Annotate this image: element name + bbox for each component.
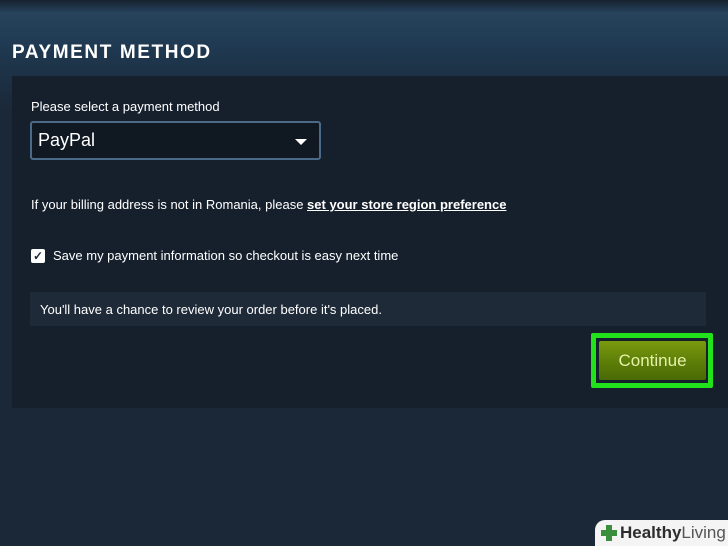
review-notice-text: You'll have a chance to review your orde… — [40, 301, 382, 317]
store-region-link[interactable]: set your store region preference — [307, 197, 506, 212]
billing-note: If your billing address is not in Romani… — [31, 197, 506, 212]
billing-note-text: If your billing address is not in Romani… — [31, 197, 308, 212]
watermark-brand-bold: Healthy — [620, 523, 682, 542]
review-notice: You'll have a chance to review your orde… — [30, 292, 706, 326]
watermark-logo: HealthyLiving — [595, 520, 728, 546]
top-edge — [0, 0, 728, 12]
save-payment-checkbox[interactable]: ✓ — [31, 248, 45, 263]
payment-method-select[interactable]: PayPal — [30, 121, 321, 160]
payment-select-label: Please select a payment method — [31, 99, 220, 114]
checkmark-icon: ✓ — [32, 248, 44, 263]
save-payment-row: ✓ Save my payment information so checkou… — [31, 248, 398, 263]
payment-method-value: PayPal — [38, 130, 96, 150]
chevron-down-icon — [295, 139, 307, 145]
cross-icon — [601, 525, 617, 541]
continue-button[interactable]: Continue — [599, 341, 706, 380]
watermark-brand-light: Living — [681, 523, 726, 542]
save-payment-label: Save my payment information so checkout … — [53, 248, 399, 263]
section-title: PAYMENT METHOD — [12, 42, 212, 63]
